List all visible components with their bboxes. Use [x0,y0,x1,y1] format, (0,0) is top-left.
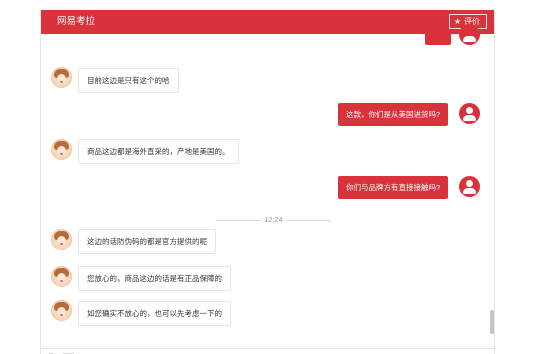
agent-avatar [51,67,72,88]
agent-message-bubble: 您放心的，商品这边的话是有正品保障的 [78,266,231,291]
agent-message-bubble: 这边的话防伪码的都是官方提供的呢 [78,229,216,254]
agent-avatar [51,300,72,321]
agent-avatar [51,229,72,250]
agent-message-bubble: 目前这边是只有这个的哈 [78,68,179,93]
message-list: 目前这边是只有这个的哈 这款，你们是从美国进货吗? 商品这边都是海外直采的，产地… [41,34,494,348]
agent-message-bubble: 商品这边都是海外直采的，产地是美国的。 [78,139,239,164]
user-avatar [459,176,480,197]
user-message-bubble: 这款，你们是从美国进货吗? [338,103,449,126]
agent-message-bubble: 如您确实不放心的，也可以先考虑一下的 [78,301,231,326]
star-icon: ★ [453,17,461,26]
scrollbar-thumb[interactable] [490,310,494,334]
agent-avatar [51,139,72,160]
user-message-bubble: 你们与品牌方有直接接触吗? [338,176,449,199]
chat-header: 网易考拉 ★ 评价 [41,10,494,34]
agent-avatar [51,266,72,287]
input-toolbar [41,348,494,354]
header-title: 网易考拉 [57,16,96,27]
user-avatar [459,103,480,124]
chat-window: 网易考拉 ★ 评价 目前这边是只有这个的哈 这款，你们是从美国进货吗? 商品这边… [40,10,495,354]
page: 网易考拉 ★ 评价 目前这边是只有这个的哈 这款，你们是从美国进货吗? 商品这边… [0,0,560,354]
timestamp-divider: 12:24 [216,214,331,226]
